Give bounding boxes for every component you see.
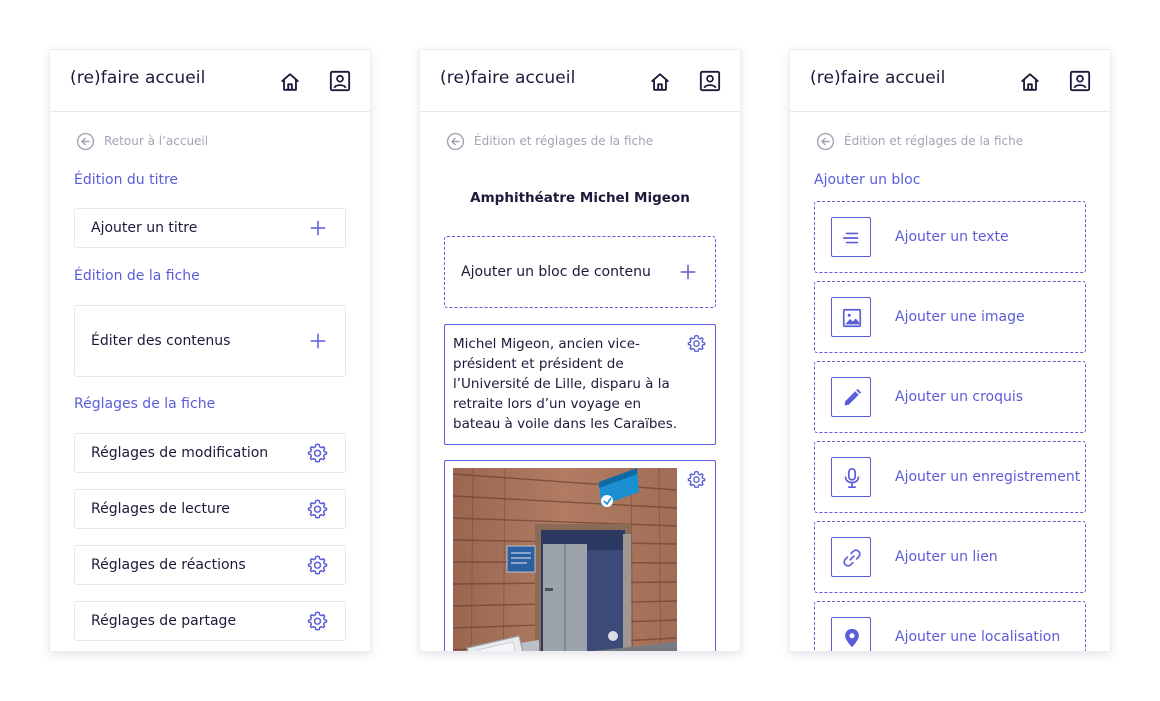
card-title: Amphithéatre Michel Migeon	[470, 190, 690, 206]
app-title: (re)faire accueil	[70, 68, 206, 88]
screen-add-block: (re)faire accueil Édition et réglages de…	[790, 50, 1110, 651]
add-image-block-button[interactable]: Ajouter une image	[814, 281, 1086, 353]
add-text-block-button[interactable]: Ajouter un texte	[814, 201, 1086, 273]
section-title-card-settings: Réglages de la fiche	[74, 396, 216, 412]
block-icon-tile	[831, 617, 871, 651]
settings-modification-button[interactable]: Réglages de modification	[74, 433, 346, 473]
back-link[interactable]: Édition et réglages de la fiche	[446, 131, 653, 151]
arrow-left-circle-icon	[816, 132, 835, 151]
block-icon-tile	[831, 217, 871, 257]
settings-item-label: Réglages de réactions	[91, 557, 246, 573]
screen-card-settings: (re)faire accueil Retour à l’accueil Édi…	[50, 50, 370, 651]
amphitheatre-photo	[453, 468, 677, 651]
gear-icon	[307, 611, 328, 632]
block-icon-tile	[831, 297, 871, 337]
app-header: (re)faire accueil	[50, 50, 370, 112]
add-sketch-block-button[interactable]: Ajouter un croquis	[814, 361, 1086, 433]
home-icon[interactable]	[279, 71, 301, 93]
app-title: (re)faire accueil	[440, 68, 576, 88]
user-badge-icon[interactable]	[329, 70, 351, 92]
block-icon-tile	[831, 377, 871, 417]
text-content-block[interactable]: Michel Migeon, ancien vice-président et …	[444, 324, 716, 445]
block-icon-tile	[831, 457, 871, 497]
back-link-label: Retour à l’accueil	[104, 134, 209, 148]
section-title-edit-card: Édition de la fiche	[74, 268, 200, 284]
screen-card-editor: (re)faire accueil Édition et réglages de…	[420, 50, 740, 651]
add-content-block-button[interactable]: Ajouter un bloc de contenu	[444, 236, 716, 308]
link-icon	[841, 547, 863, 569]
home-icon[interactable]	[649, 71, 671, 93]
block-option-label: Ajouter un croquis	[895, 389, 1024, 405]
app-header: (re)faire accueil	[790, 50, 1110, 112]
add-recording-block-button[interactable]: Ajouter un enregistrement	[814, 441, 1086, 513]
add-content-block-label: Ajouter un bloc de contenu	[461, 264, 651, 280]
arrow-left-circle-icon	[446, 132, 465, 151]
microphone-icon	[841, 467, 863, 489]
image-content-block[interactable]	[444, 460, 716, 651]
app-header: (re)faire accueil	[420, 50, 740, 112]
settings-item-label: Réglages de lecture	[91, 501, 230, 517]
edit-content-button[interactable]: Éditer des contenus	[74, 305, 346, 377]
gear-icon[interactable]	[687, 334, 706, 353]
settings-reading-button[interactable]: Réglages de lecture	[74, 489, 346, 529]
location-pin-icon	[841, 627, 863, 649]
gear-icon[interactable]	[687, 470, 706, 489]
text-lines-icon	[841, 227, 863, 249]
block-option-label: Ajouter un enregistrement	[895, 469, 1081, 485]
plus-icon	[309, 219, 327, 237]
settings-reactions-button[interactable]: Réglages de réactions	[74, 545, 346, 585]
section-title-add-block: Ajouter un bloc	[814, 172, 921, 188]
text-block-content: Michel Migeon, ancien vice-président et …	[453, 336, 678, 432]
block-option-label: Ajouter une image	[895, 309, 1025, 325]
section-title-edit-title: Édition du titre	[74, 172, 179, 188]
settings-item-label: Réglages de modification	[91, 445, 269, 461]
edit-content-label: Éditer des contenus	[91, 333, 231, 349]
back-link[interactable]: Retour à l’accueil	[76, 131, 208, 151]
add-link-block-button[interactable]: Ajouter un lien	[814, 521, 1086, 593]
block-option-label: Ajouter une localisation	[895, 629, 1061, 645]
image-icon	[841, 307, 863, 329]
gear-icon	[307, 555, 328, 576]
settings-sharing-button[interactable]: Réglages de partage	[74, 601, 346, 641]
pencil-icon	[841, 387, 863, 409]
back-link-label: Édition et réglages de la fiche	[474, 134, 654, 148]
block-option-label: Ajouter un lien	[895, 549, 998, 565]
plus-icon	[309, 332, 327, 350]
block-icon-tile	[831, 537, 871, 577]
gear-icon	[307, 443, 328, 464]
add-title-label: Ajouter un titre	[91, 220, 198, 236]
user-badge-icon[interactable]	[699, 70, 721, 92]
app-title: (re)faire accueil	[810, 68, 946, 88]
user-badge-icon[interactable]	[1069, 70, 1091, 92]
settings-item-label: Réglages de partage	[91, 613, 237, 629]
back-link-label: Édition et réglages de la fiche	[844, 134, 1024, 148]
home-icon[interactable]	[1019, 71, 1041, 93]
arrow-left-circle-icon	[76, 132, 95, 151]
plus-icon	[679, 263, 697, 281]
add-title-button[interactable]: Ajouter un titre	[74, 208, 346, 248]
add-location-block-button[interactable]: Ajouter une localisation	[814, 601, 1086, 651]
gear-icon	[307, 499, 328, 520]
back-link[interactable]: Édition et réglages de la fiche	[816, 131, 1023, 151]
block-option-label: Ajouter un texte	[895, 229, 1009, 245]
